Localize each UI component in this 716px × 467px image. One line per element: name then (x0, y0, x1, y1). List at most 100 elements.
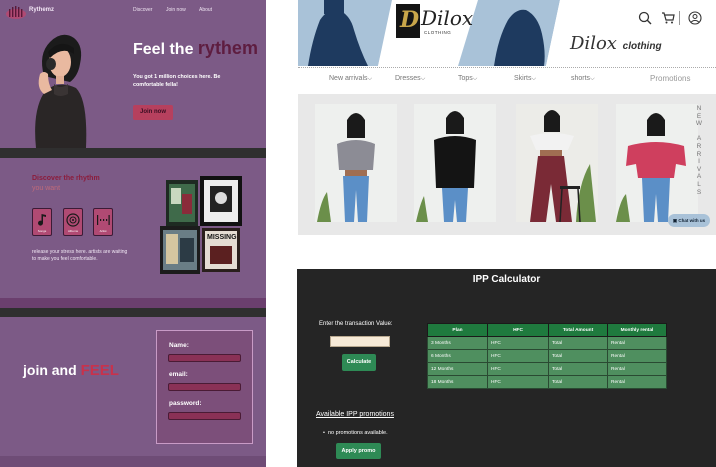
join-and-text: join and (23, 362, 77, 378)
name-input[interactable] (168, 354, 241, 362)
chat-with-us-button[interactable]: ▣ Chat with us (668, 214, 710, 227)
product-image (315, 104, 397, 222)
menu-skirts[interactable]: Skirts⌵ (514, 75, 536, 83)
calculate-button[interactable]: Calculate (342, 354, 376, 371)
vertical-letter: A (696, 173, 702, 181)
ipp-plans-table: Plan HFC Total Amount Monthly rental 3 M… (427, 323, 667, 389)
divider-bar-2 (0, 308, 266, 317)
menu-shorts[interactable]: shorts⌵ (571, 75, 595, 83)
table-row: 6 Months HFC Total Rental (427, 349, 667, 363)
table-cell: 18 Months (427, 375, 488, 389)
vertical-letter: E (696, 112, 702, 120)
chevron-down-icon: ⌵ (472, 76, 478, 82)
hero-title-highlight: rythem (197, 38, 258, 58)
join-now-button[interactable]: Join now (133, 105, 173, 120)
menu-tops-label: Tops (458, 75, 473, 82)
feel-text: FEEL (80, 362, 119, 379)
chat-bubble-icon: ▣ (672, 218, 678, 223)
vertical-letter: W (695, 120, 703, 128)
available-promotions-link[interactable]: Available IPP promotions (316, 411, 394, 418)
rythemz-logo-icon[interactable] (6, 5, 26, 19)
menu-promotions[interactable]: Promotions (650, 74, 690, 83)
table-cell: 3 Months (427, 336, 488, 350)
table-header-row: Plan HFC Total Amount Monthly rental (427, 323, 667, 337)
tile-albums[interactable]: Albums (63, 208, 83, 236)
artist-waveform-icon (97, 215, 110, 225)
search-icon[interactable] (638, 11, 652, 25)
table-cell: HFC (487, 362, 549, 376)
dilox-logo-sub: CLOTHING (424, 30, 452, 35)
apply-promo-button[interactable]: Apply promo (336, 443, 381, 459)
tile-songs-label: Songs (37, 229, 47, 233)
rythemz-page: Rythemz Discover Join now About Feel the… (0, 0, 266, 467)
rythemz-brand[interactable]: Rythemz (29, 7, 54, 13)
table-header: Plan (427, 323, 488, 337)
table-cell: Rental (607, 349, 667, 363)
user-icon[interactable] (688, 11, 702, 25)
product-card[interactable] (516, 104, 598, 222)
hero-woman-headphones-image (35, 34, 87, 148)
dotted-divider (298, 67, 716, 68)
password-label: password: (169, 400, 202, 407)
vertical-gap (694, 128, 704, 136)
cart-icon[interactable] (661, 11, 675, 25)
ipp-calculator-panel: IPP Calculator Enter the transaction Val… (297, 269, 716, 467)
product-image (616, 104, 698, 222)
menu-dresses-label: Dresses (395, 75, 421, 82)
tile-albums-label: Albums (67, 229, 78, 233)
tile-songs[interactable]: Songs (32, 208, 52, 236)
tile-artist[interactable]: Artist (93, 208, 113, 236)
discover-line-1: Discover the rhythm (32, 175, 100, 182)
nav-discover[interactable]: Discover (133, 7, 152, 13)
chevron-down-icon: ⌵ (367, 76, 373, 82)
table-cell: HFC (487, 336, 549, 350)
table-cell: Rental (607, 336, 667, 350)
album-disc-icon (66, 213, 80, 227)
promotion-text: no promotions available. (327, 430, 388, 436)
signup-form: Name: email: password: (156, 330, 253, 444)
product-image (516, 104, 598, 222)
vertical-letter: V (696, 165, 702, 173)
promotion-list-item: • no promotions available. (323, 430, 388, 436)
vertical-letter: R (696, 142, 702, 150)
menu-dresses[interactable]: Dresses⌵ (395, 75, 425, 83)
menu-new-arrivals[interactable]: New arrivals⌵ (329, 75, 372, 83)
table-header: Total Amount (548, 323, 608, 337)
dilox-page: D Dilox CLOTHING Dilox clothing New arri… (298, 0, 716, 235)
dilox-script-tag: clothing (622, 41, 662, 52)
chevron-down-icon: ⌵ (531, 76, 537, 82)
icon-separator (679, 11, 680, 25)
nav-join-now[interactable]: Join now (166, 7, 186, 13)
nav-about[interactable]: About (199, 7, 212, 13)
product-image (414, 104, 496, 222)
product-card[interactable] (315, 104, 397, 222)
menu-skirts-label: Skirts (514, 75, 532, 82)
email-input[interactable] (168, 383, 241, 391)
menu-new-arrivals-label: New arrivals (329, 75, 368, 82)
product-card[interactable] (616, 104, 698, 222)
tile-artist-label: Artist (99, 229, 107, 233)
table-cell: HFC (487, 375, 549, 389)
table-cell: Total (548, 362, 608, 376)
divider-bar (0, 148, 266, 158)
music-note-icon (38, 214, 46, 226)
dilox-script-title: Dilox clothing (570, 33, 662, 54)
menu-tops[interactable]: Tops⌵ (458, 75, 477, 83)
transaction-value-input[interactable] (330, 336, 390, 347)
table-row: 18 Months HFC Total Rental (427, 375, 667, 389)
table-cell: Total (548, 375, 608, 389)
discover-line-2: you want (32, 185, 61, 192)
hero-subtitle: You got 1 million choices here. Be comfo… (133, 74, 221, 88)
name-label: Name: (169, 342, 189, 349)
table-row: 12 Months HFC Total Rental (427, 362, 667, 376)
discover-heading: Discover the rhythm you want (32, 174, 112, 194)
password-input[interactable] (168, 412, 241, 420)
vertical-letter: I (698, 158, 700, 166)
transaction-value-label: Enter the transaction Value: (319, 321, 393, 327)
product-card[interactable] (414, 104, 496, 222)
collage-missing-text: MISSING (207, 234, 237, 241)
vertical-letter: L (697, 180, 701, 188)
dilox-logo-word[interactable]: Dilox (421, 6, 473, 30)
vertical-letter: R (696, 150, 702, 158)
dilox-logo-letter[interactable]: D (400, 7, 419, 33)
